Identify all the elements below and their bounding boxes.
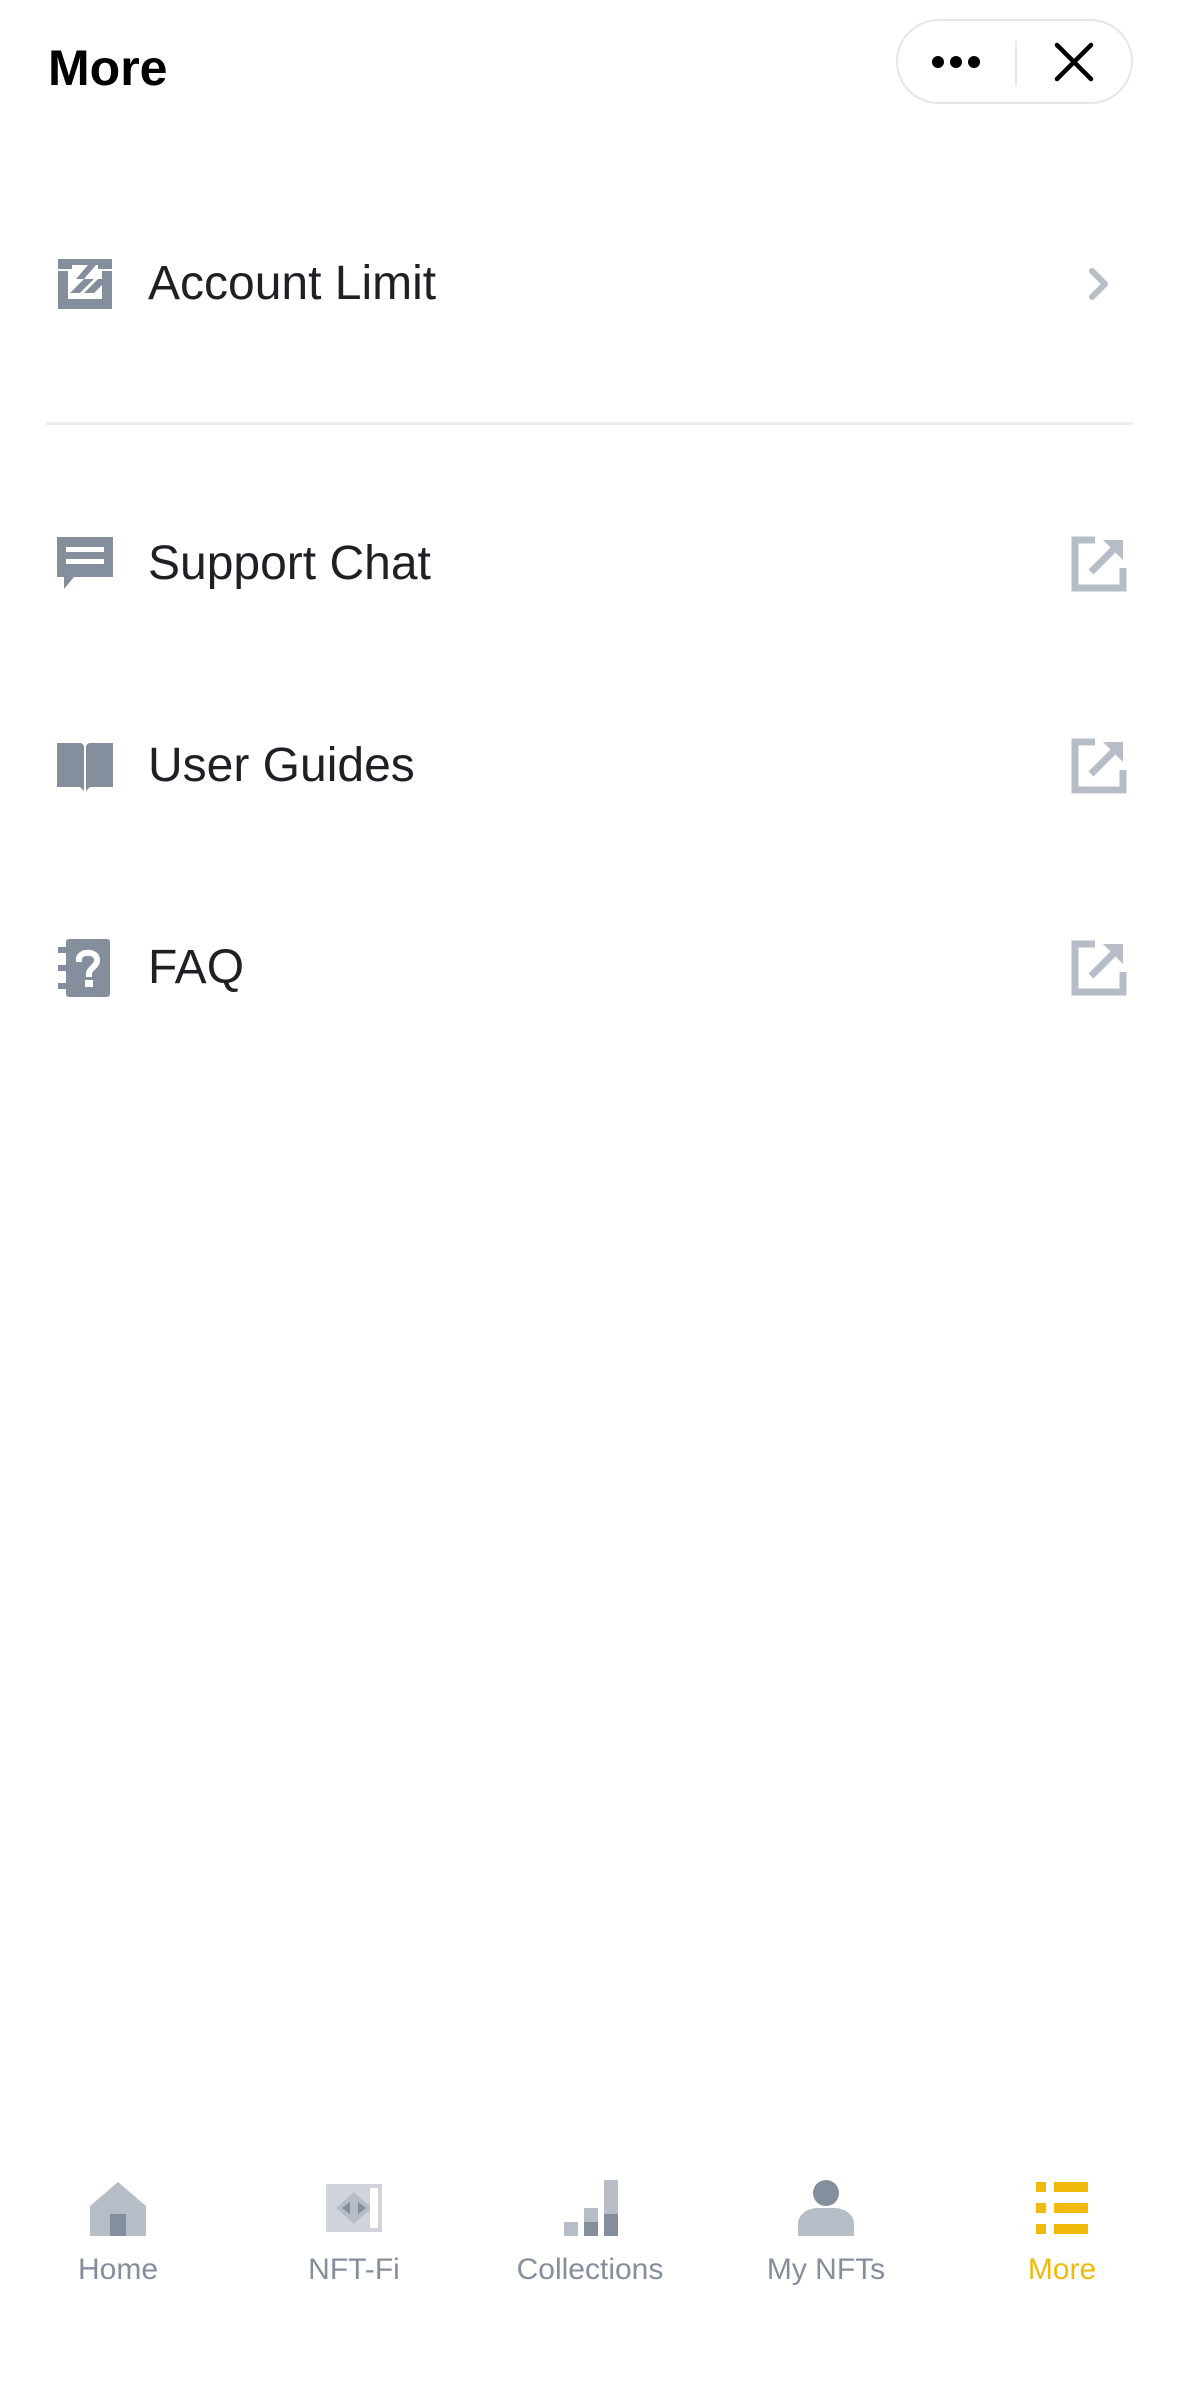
nft-fi-icon <box>326 2184 382 2232</box>
list-icon <box>1036 2182 1088 2234</box>
tab-label: Home <box>77 2253 159 2286</box>
section-divider <box>46 422 1133 425</box>
tab-more[interactable]: More <box>944 2150 1179 2300</box>
bottom-tab-bar: Home NFT-Fi Collections My NFTs More <box>0 2150 1179 2396</box>
menu-item-account-limit[interactable]: Account Limit <box>0 218 1179 348</box>
home-icon <box>90 2182 146 2236</box>
menu-item-faq[interactable]: FAQ <box>0 902 1179 1032</box>
tab-label: Collections <box>516 2253 664 2286</box>
header: More <box>0 0 1179 140</box>
chevron-right-icon <box>1089 268 1108 300</box>
tab-my-nfts[interactable]: My NFTs <box>708 2150 944 2300</box>
external-link-icon <box>1071 536 1127 592</box>
external-link-icon <box>1071 738 1127 794</box>
account-limit-icon <box>58 259 112 309</box>
book-icon <box>57 743 113 791</box>
menu-item-label: Support Chat <box>148 537 431 590</box>
faq-icon <box>58 939 110 997</box>
menu-item-user-guides[interactable]: User Guides <box>0 700 1179 830</box>
menu-item-label: User Guides <box>148 739 415 792</box>
tab-home[interactable]: Home <box>0 2150 236 2300</box>
menu-item-label: Account Limit <box>148 257 437 310</box>
close-icon <box>1054 42 1094 81</box>
tab-label: More <box>1027 2253 1097 2286</box>
close-button[interactable] <box>1017 21 1131 102</box>
menu-item-label: FAQ <box>148 941 245 994</box>
user-icon <box>798 2180 854 2236</box>
more-options-button[interactable] <box>898 21 1014 102</box>
page-title: More <box>48 40 168 96</box>
collections-icon <box>564 2180 618 2236</box>
tab-label: NFT-Fi <box>308 2253 400 2286</box>
tab-collections[interactable]: Collections <box>472 2150 708 2300</box>
tab-nft-fi[interactable]: NFT-Fi <box>236 2150 472 2300</box>
menu-item-support-chat[interactable]: Support Chat <box>0 498 1179 628</box>
ellipsis-icon <box>932 55 980 68</box>
chat-icon <box>57 537 113 589</box>
external-link-icon <box>1071 940 1127 996</box>
mini-app-capsule <box>896 19 1133 104</box>
tab-label: My NFTs <box>766 2253 886 2286</box>
